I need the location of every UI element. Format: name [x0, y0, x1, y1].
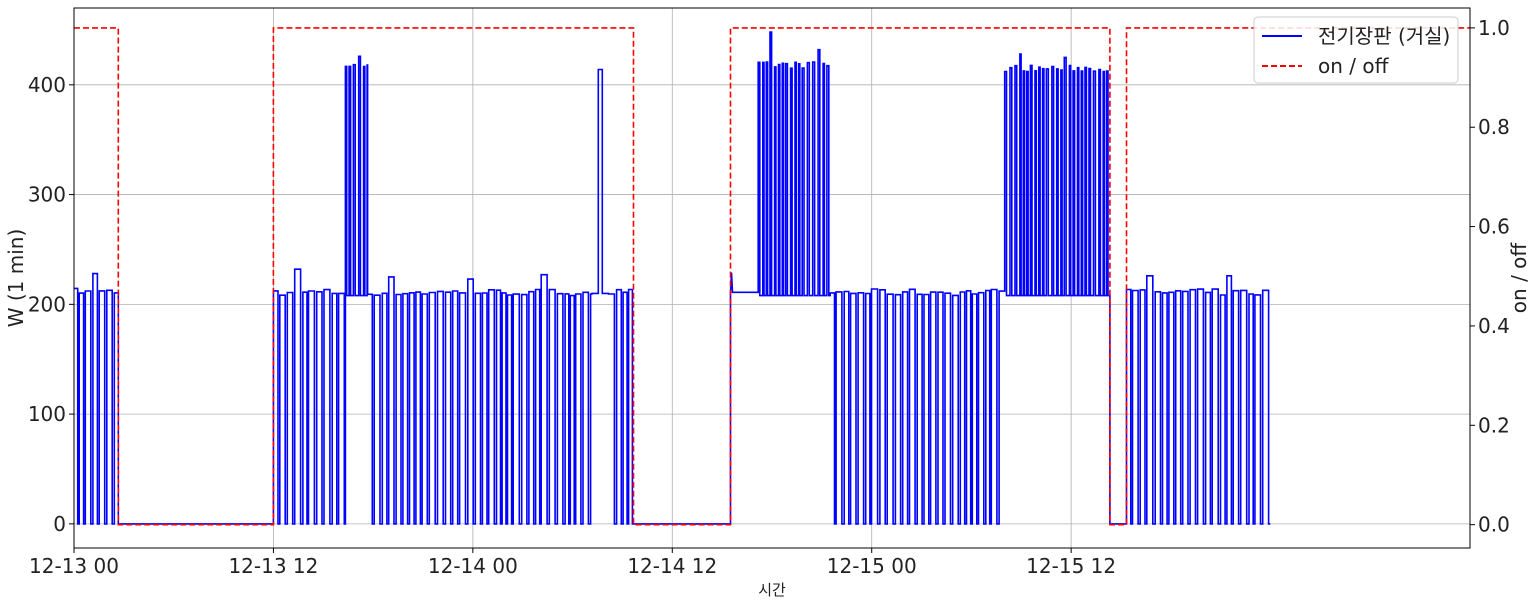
y2-axis-title: on / off — [1507, 242, 1531, 314]
x-tick-label: 12-13 00 — [29, 554, 119, 578]
y-axis-title: W (1 min) — [4, 229, 28, 328]
y2-tick-label: 0.4 — [1478, 314, 1510, 338]
x-tick-label: 12-15 12 — [1026, 554, 1116, 578]
y2-tick-label: 0.8 — [1478, 115, 1510, 139]
y2-tick-label: 0.0 — [1478, 513, 1510, 537]
legend-label-onoff: on / off — [1318, 54, 1390, 78]
y2-tick-label: 0.6 — [1478, 215, 1510, 239]
y-tick-label: 400 — [28, 73, 66, 97]
y2-tick-label: 0.2 — [1478, 413, 1510, 437]
y-tick-label: 200 — [28, 292, 66, 316]
ticks: 12-13 00 12-13 12 12-14 00 12-14 12 12-15 00… — [28, 16, 1510, 578]
y2-tick-label: 1.0 — [1478, 16, 1510, 40]
y-tick-label: 100 — [28, 402, 66, 426]
x-tick-label: 12-14 12 — [627, 554, 717, 578]
y-tick-label: 0 — [53, 512, 66, 536]
x-tick-label: 12-15 00 — [827, 554, 917, 578]
x-tick-label: 12-13 12 — [228, 554, 318, 578]
legend-label-power: 전기장판 (거실) — [1318, 24, 1450, 48]
x-tick-label: 12-14 00 — [428, 554, 518, 578]
x-axis-title: 시간 — [758, 581, 786, 599]
power-chart: 12-13 00 12-13 12 12-14 00 12-14 12 12-15 00… — [4, 7, 1531, 599]
series-lines — [74, 27, 1470, 526]
legend: 전기장판 (거실) on / off — [1253, 16, 1459, 84]
y-tick-label: 300 — [28, 183, 66, 207]
